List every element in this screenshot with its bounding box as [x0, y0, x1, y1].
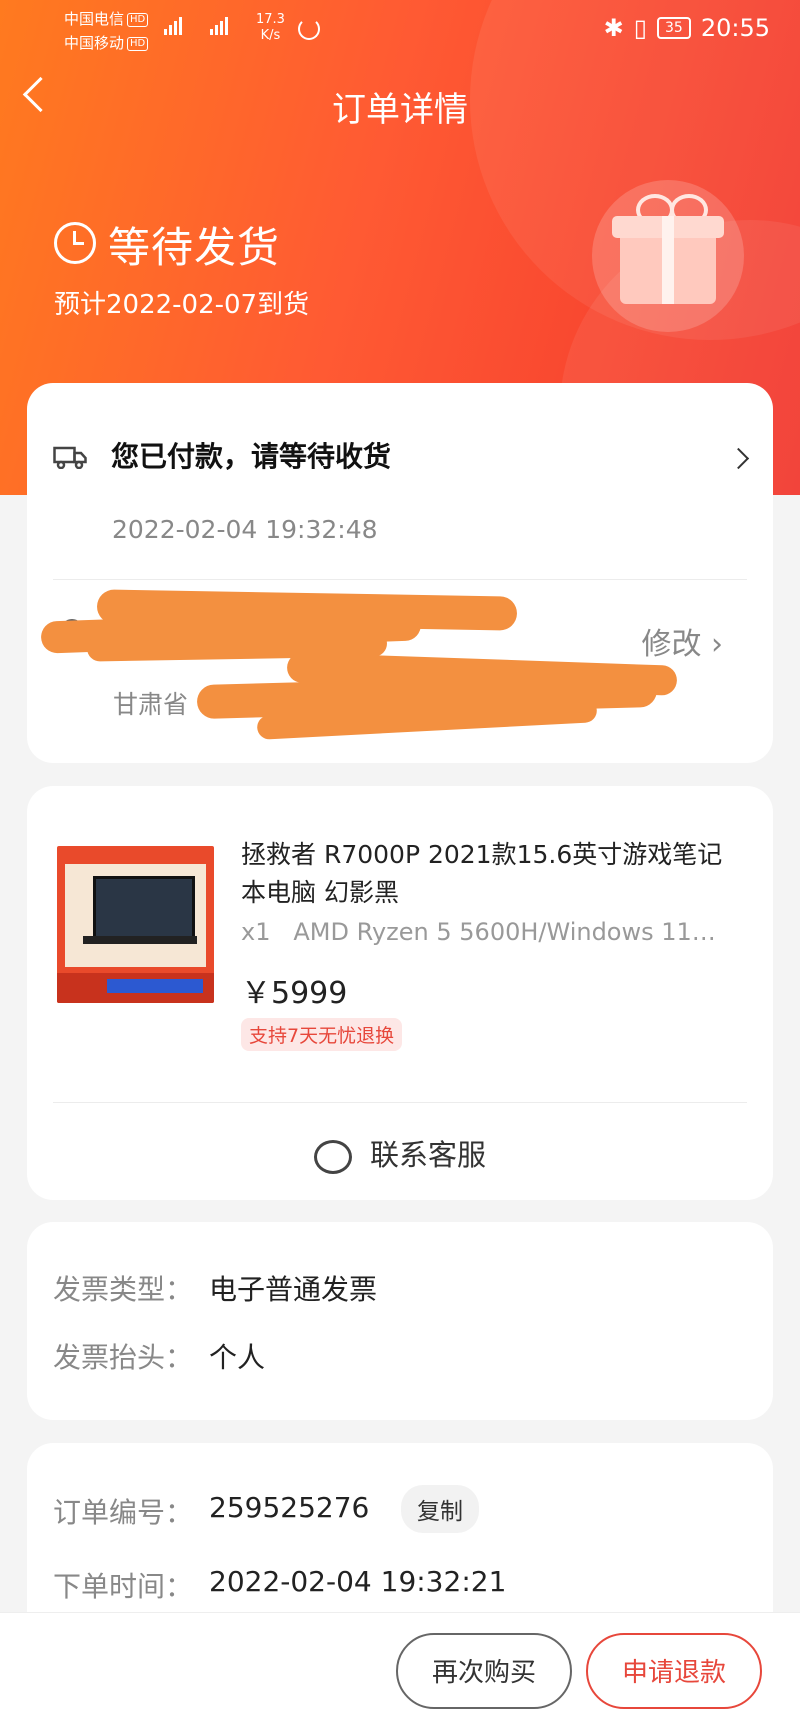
page-title: 订单详情 — [332, 90, 468, 130]
invoice-header-label: 发票抬头： — [53, 1341, 194, 1374]
product-title[interactable]: 拯救者 R7000P 2021款15.6英寸游戏笔记本电脑 幻影黑 — [241, 836, 741, 912]
invoice-card: 发票类型： 电子普通发票 发票抬头： 个人 — [27, 1222, 773, 1420]
estimated-arrival: 预计2022-02-07到货 — [54, 290, 310, 320]
product-image[interactable] — [57, 846, 214, 1003]
laptop-screen — [93, 876, 195, 940]
invoice-type-label: 发票类型： — [53, 1273, 194, 1306]
order-time-label: 下单时间： — [53, 1570, 194, 1603]
refund-button[interactable]: 申请退款 — [586, 1633, 762, 1709]
bluetooth-icon: ✱ — [603, 14, 624, 42]
battery-icon: 35 — [657, 17, 691, 39]
status-bar: 中国电信 HD 中国移动 HD 17.3 K/s ✱ ▯ 35 20:55 — [0, 0, 800, 60]
signal-icon — [210, 16, 230, 35]
clock-time: 20:55 — [700, 14, 770, 42]
network-speed: 17.3 K/s — [256, 12, 285, 43]
rebuy-button[interactable]: 再次购买 — [396, 1633, 572, 1709]
nav-bar: 订单详情 — [0, 60, 800, 150]
order-number-label: 订单编号： — [53, 1496, 194, 1529]
promo-strip — [107, 979, 203, 993]
headset-icon — [313, 1140, 352, 1174]
order-status-title: 等待发货 — [108, 223, 281, 272]
status-bar-right: ✱ ▯ 35 20:55 — [604, 14, 770, 42]
order-number-value: 259525276 — [209, 1491, 370, 1524]
logistics-title[interactable]: 您已付款，请等待收货 — [111, 435, 391, 475]
carrier-1: 中国电信 HD — [64, 8, 149, 29]
gift-icon — [592, 180, 744, 332]
carrier-2: 中国移动 HD — [64, 32, 149, 53]
signal-icon — [164, 16, 184, 35]
product-card: 拯救者 R7000P 2021款15.6英寸游戏笔记本电脑 幻影黑 x1 AMD… — [27, 786, 773, 1200]
logistics-card: 您已付款，请等待收货 2022-02-04 19:32:48 修改 › 甘肃省 — [27, 383, 773, 763]
clock-icon — [54, 222, 96, 264]
product-price: ￥5999 — [241, 976, 348, 1011]
return-policy-badge: 支持7天无忧退换 — [241, 1018, 403, 1051]
address-text: 甘肃省 — [113, 690, 189, 719]
edit-address-button[interactable]: 修改 › — [641, 619, 723, 663]
product-spec: x1 AMD Ryzen 5 5600H/Windows 11… — [241, 918, 716, 946]
truck-icon — [53, 446, 87, 469]
bottom-action-bar: 再次购买 申请退款 — [0, 1612, 800, 1734]
invoice-header-value: 个人 — [209, 1341, 266, 1374]
sync-icon — [298, 18, 320, 40]
order-time-value: 2022-02-04 19:32:21 — [209, 1565, 507, 1598]
invoice-type-value: 电子普通发票 — [209, 1273, 378, 1306]
vibrate-icon: ▯ — [633, 14, 647, 42]
divider — [53, 579, 747, 580]
chevron-right-icon[interactable] — [727, 447, 750, 470]
payment-time: 2022-02-04 19:32:48 — [112, 515, 378, 544]
divider — [53, 1102, 747, 1103]
gift-ribbon — [662, 216, 674, 304]
contact-service-button[interactable]: 联系客服 — [27, 1132, 773, 1174]
laptop-base — [83, 936, 197, 944]
copy-order-number-button[interactable]: 复制 — [401, 1485, 479, 1533]
